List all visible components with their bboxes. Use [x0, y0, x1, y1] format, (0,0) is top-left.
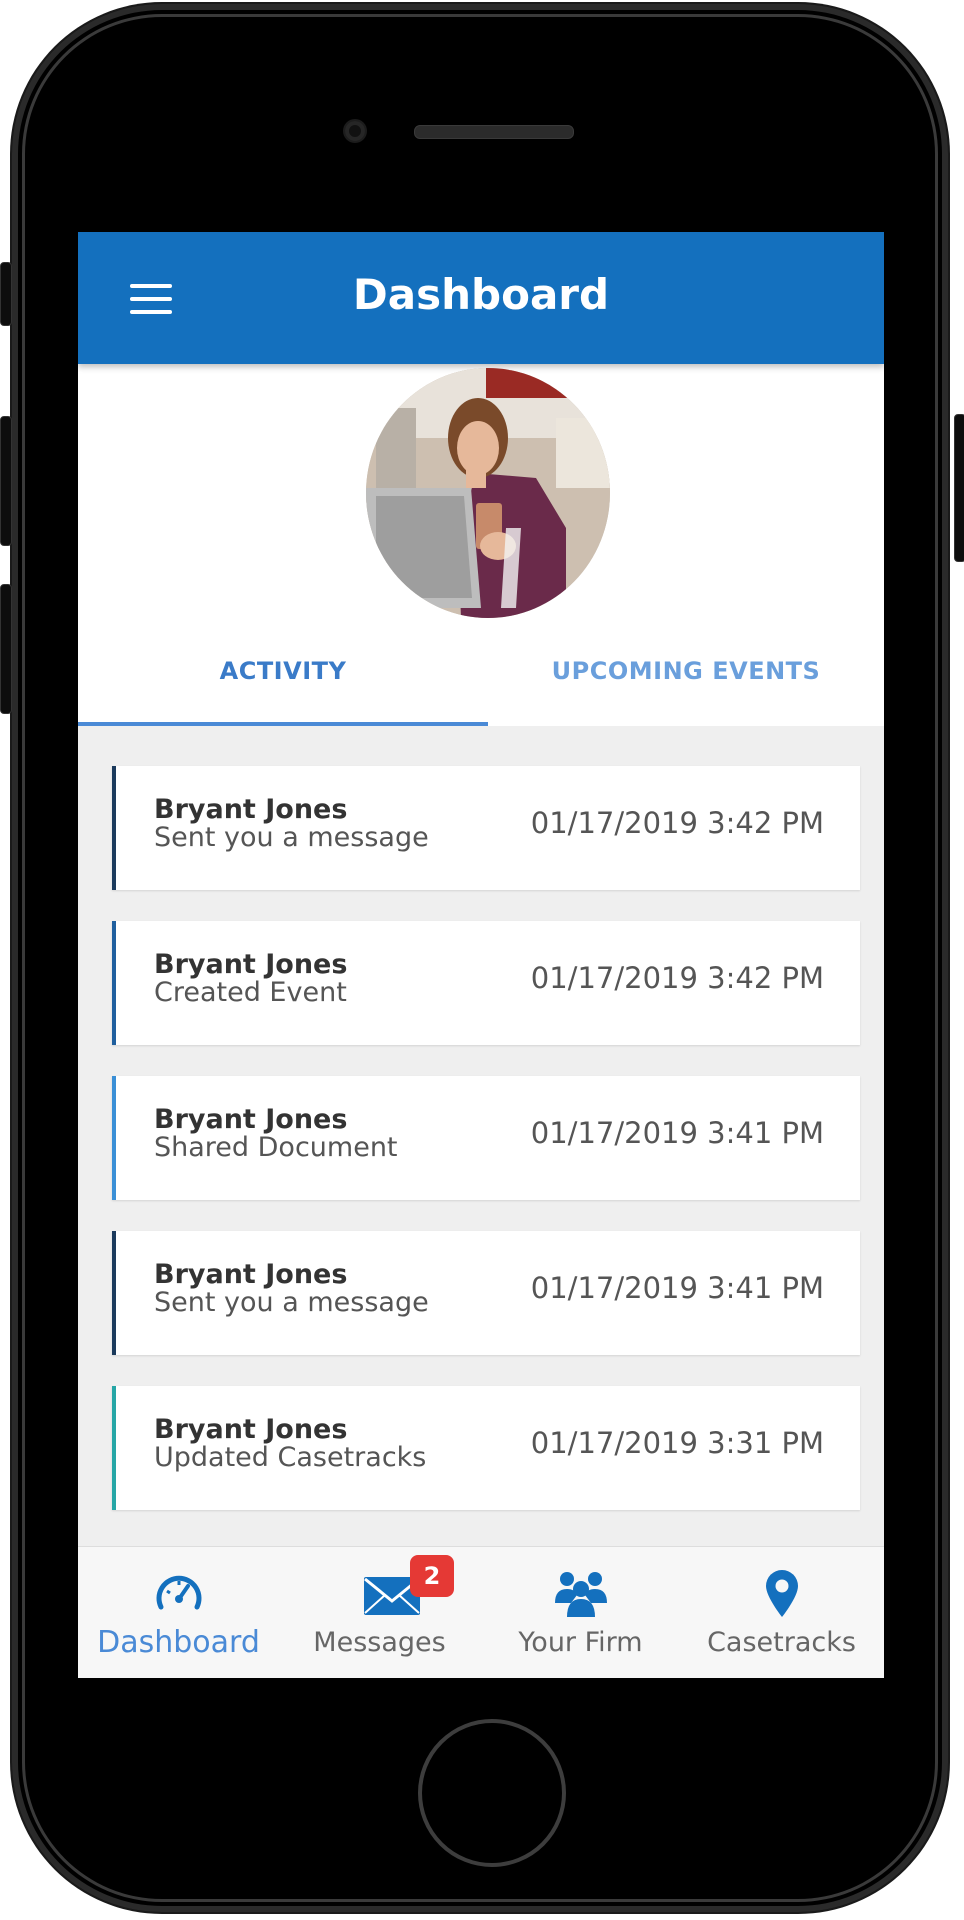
- tab-upcoming-events[interactable]: UPCOMING EVENTS: [488, 636, 884, 724]
- activity-item[interactable]: Bryant Jones Sent you a message 01/17/20…: [112, 1231, 860, 1355]
- activity-accent-bar: [112, 1076, 116, 1200]
- activity-timestamp: 01/17/2019 3:42 PM: [530, 806, 824, 840]
- activity-timestamp: 01/17/2019 3:42 PM: [530, 961, 824, 995]
- tab-activity[interactable]: ACTIVITY: [78, 636, 488, 724]
- mute-switch: [0, 262, 12, 326]
- tab-bar: ACTIVITY UPCOMING EVENTS: [78, 636, 884, 728]
- activity-description: Updated Casetracks: [154, 1442, 427, 1473]
- activity-description: Created Event: [154, 977, 347, 1008]
- activity-user-name: Bryant Jones: [154, 1259, 348, 1290]
- activity-timestamp: 01/17/2019 3:41 PM: [530, 1116, 824, 1150]
- activity-description: Shared Document: [154, 1132, 398, 1163]
- profile-photo-illustration: [366, 368, 610, 618]
- activity-user-name: Bryant Jones: [154, 1414, 348, 1445]
- volume-down-button: [0, 584, 12, 714]
- nav-casetracks-label: Casetracks: [707, 1627, 856, 1658]
- activity-accent-bar: [112, 1386, 116, 1510]
- front-camera: [345, 121, 365, 141]
- app-bar: Dashboard: [78, 232, 884, 364]
- activity-accent-bar: [112, 921, 116, 1045]
- activity-item[interactable]: Bryant Jones Sent you a message 01/17/20…: [112, 766, 860, 890]
- unread-badge: 2: [410, 1555, 454, 1597]
- volume-up-button: [0, 416, 12, 546]
- page-title: Dashboard: [352, 270, 610, 319]
- profile-photo[interactable]: [366, 368, 610, 618]
- activity-description: Sent you a message: [154, 1287, 429, 1318]
- activity-accent-bar: [112, 1231, 116, 1355]
- activity-user-name: Bryant Jones: [154, 794, 348, 825]
- activity-user-name: Bryant Jones: [154, 1104, 348, 1135]
- home-button[interactable]: [418, 1719, 566, 1867]
- speedometer-icon: [156, 1575, 201, 1610]
- earpiece-speaker: [414, 125, 574, 139]
- nav-casetracks[interactable]: Casetracks: [681, 1547, 882, 1678]
- activity-user-name: Bryant Jones: [154, 949, 348, 980]
- app-screen: Dashboard ACTIVITY UPCOMING EVENTS Bryan…: [78, 232, 884, 1678]
- nav-your-firm[interactable]: Your Firm: [480, 1547, 681, 1678]
- nav-dashboard[interactable]: Dashboard: [78, 1547, 279, 1678]
- bottom-navigation: Dashboard 2 Messages Your Firm Casetrack…: [78, 1546, 884, 1678]
- nav-dashboard-label: Dashboard: [97, 1625, 260, 1660]
- activity-accent-bar: [112, 766, 116, 890]
- power-button: [954, 414, 964, 562]
- group-icon: [554, 1572, 607, 1617]
- activity-item[interactable]: Bryant Jones Created Event 01/17/2019 3:…: [112, 921, 860, 1045]
- activity-item[interactable]: Bryant Jones Shared Document 01/17/2019 …: [112, 1076, 860, 1200]
- nav-your-firm-label: Your Firm: [518, 1627, 643, 1658]
- activity-item[interactable]: Bryant Jones Updated Casetracks 01/17/20…: [112, 1386, 860, 1510]
- activity-feed[interactable]: Bryant Jones Sent you a message 01/17/20…: [78, 726, 884, 1546]
- nav-messages-label: Messages: [313, 1627, 446, 1658]
- activity-description: Sent you a message: [154, 822, 429, 853]
- map-pin-icon: [765, 1570, 798, 1617]
- nav-messages[interactable]: 2 Messages: [279, 1547, 480, 1678]
- activity-timestamp: 01/17/2019 3:41 PM: [530, 1271, 824, 1305]
- activity-timestamp: 01/17/2019 3:31 PM: [530, 1426, 824, 1460]
